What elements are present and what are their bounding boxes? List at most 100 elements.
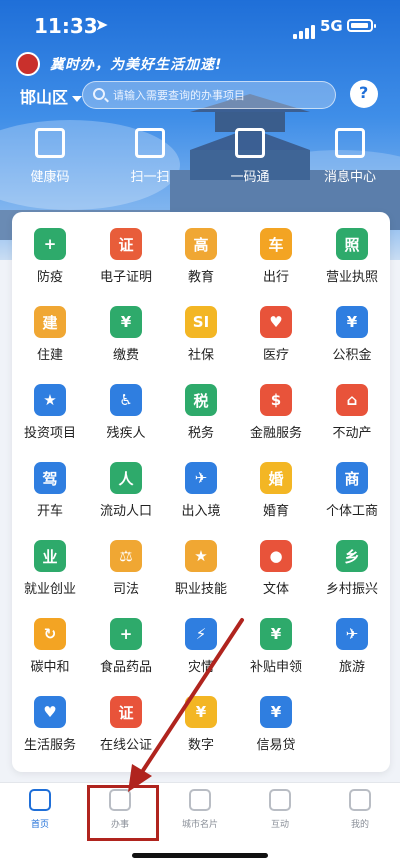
search-input[interactable]: 请输入需要查询的办事项目 (82, 81, 336, 109)
quick-action-3[interactable]: 消息中心 (310, 128, 390, 185)
quick-action-label: 健康码 (30, 170, 70, 185)
service-item[interactable]: 车出行 (238, 226, 314, 298)
gavel-icon: 证 (110, 696, 142, 728)
battery-icon (347, 19, 376, 32)
service-item[interactable]: 税税务 (163, 382, 239, 454)
service-item[interactable]: 婚婚育 (238, 460, 314, 532)
shop-icon: 商 (336, 462, 368, 494)
tab-label: 城市名片 (181, 820, 218, 830)
airplane-icon: ✈ (336, 618, 368, 650)
service-label: 个体工商 (325, 504, 378, 519)
quick-action-label: 扫一扫 (130, 170, 170, 185)
service-item[interactable]: ★ 职业技能 (163, 538, 239, 610)
service-item[interactable]: 证在线公证 (88, 694, 164, 766)
tab-label: 互动 (270, 820, 289, 830)
service-label: 金融服务 (249, 426, 302, 441)
education-icon: 高 (185, 228, 217, 260)
home-icon (29, 789, 51, 811)
service-label: 司法 (112, 582, 139, 597)
tab-label: 首页 (30, 820, 49, 830)
airplane-globe-icon: ✈ (185, 462, 217, 494)
service-item[interactable]: 建住建 (12, 304, 88, 376)
service-label: 生活服务 (23, 738, 76, 753)
service-item[interactable]: 业就业创业 (12, 538, 88, 610)
scan-icon (135, 128, 165, 158)
service-item[interactable]: + 食品药品 (88, 616, 164, 688)
certificate-icon: 证 (110, 228, 142, 260)
driver-icon: 驾 (34, 462, 66, 494)
app-slogan: 冀时办，为美好生活加速! (50, 57, 223, 73)
service-item[interactable]: ¥ 缴费 (88, 304, 164, 376)
service-item[interactable]: ⌂ 不动产 (314, 382, 390, 454)
tab-4[interactable]: 我的 (320, 789, 400, 830)
signal-strength-icon (293, 20, 317, 39)
service-label: 残疾人 (106, 426, 146, 441)
finance-icon: $ (260, 384, 292, 416)
quick-action-label: 一码通 (230, 170, 270, 185)
home-indicator (132, 853, 268, 858)
house-icon: ⌂ (336, 384, 368, 416)
service-label: 文体 (262, 582, 289, 597)
service-label: 在线公证 (99, 738, 152, 753)
caret-down-icon (72, 95, 83, 102)
region-selector[interactable]: 邯山区 (20, 84, 83, 108)
service-item[interactable]: ♿ 残疾人 (88, 382, 164, 454)
service-item[interactable]: ¥ 公积金 (314, 304, 390, 376)
status-bar: 11:33 ➤ 5G (0, 0, 400, 50)
service-item[interactable]: 驾开车 (12, 460, 88, 532)
service-label: 开车 (36, 504, 63, 519)
hands-heart-icon: ♥ (34, 696, 66, 728)
service-item[interactable]: ⚡ 灾情 (163, 616, 239, 688)
assistant-avatar-icon[interactable] (350, 80, 378, 108)
service-item[interactable]: ↻ 碳中和 (12, 616, 88, 688)
quick-action-1[interactable]: 扫一扫 (110, 128, 190, 185)
service-item[interactable]: SI 社保 (163, 304, 239, 376)
service-item[interactable]: 乡乡村振兴 (314, 538, 390, 610)
service-label: 婚育 (262, 504, 289, 519)
service-item[interactable]: 高教育 (163, 226, 239, 298)
service-item[interactable]: ♥ 生活服务 (12, 694, 88, 766)
service-label: 住建 (36, 348, 63, 363)
service-item[interactable]: ✈ 旅游 (314, 616, 390, 688)
service-item[interactable]: ✈ 出入境 (163, 460, 239, 532)
quick-action-2[interactable]: 一码通 (210, 128, 290, 185)
tab-2[interactable]: 城市名片 (160, 789, 240, 830)
search-row: 邯山区 请输入需要查询的办事项目 (0, 80, 400, 110)
service-label: 流动人口 (99, 504, 152, 519)
service-label: 社保 (187, 348, 214, 363)
recycle-icon: ↻ (34, 618, 66, 650)
service-item[interactable]: ¥ 数字 (163, 694, 239, 766)
tab-3[interactable]: 互动 (240, 789, 320, 830)
search-placeholder: 请输入需要查询的办事项目 (113, 89, 245, 102)
service-label: 信易贷 (256, 738, 296, 753)
quick-action-0[interactable]: 健康码 (10, 128, 90, 185)
service-label: 补贴申领 (249, 660, 302, 675)
barcode-icon (235, 128, 265, 158)
service-item[interactable]: ⚖ 司法 (88, 538, 164, 610)
service-label: 投资项目 (23, 426, 76, 441)
service-item[interactable]: 照营业执照 (314, 226, 390, 298)
bus-icon: 车 (260, 228, 292, 260)
service-item[interactable]: 人流动人口 (88, 460, 164, 532)
social-security-icon: SI (185, 306, 217, 338)
city-card-icon (189, 789, 211, 811)
license-icon: 照 (336, 228, 368, 260)
couple-icon: 婚 (260, 462, 292, 494)
service-item[interactable]: ¥ 信易贷 (238, 694, 314, 766)
tab-0[interactable]: 首页 (0, 789, 80, 830)
service-item[interactable]: 商个体工商 (314, 460, 390, 532)
shield-plus-icon: + (34, 228, 66, 260)
service-item[interactable]: ★ 投资项目 (12, 382, 88, 454)
service-item[interactable]: ♥ 医疗 (238, 304, 314, 376)
service-item[interactable]: ● 文体 (238, 538, 314, 610)
service-item[interactable]: 证电子证明 (88, 226, 164, 298)
service-item[interactable]: ¥ 补贴申领 (238, 616, 314, 688)
tax-icon: 税 (185, 384, 217, 416)
service-label: 职业技能 (174, 582, 227, 597)
disaster-icon: ⚡ (185, 618, 217, 650)
service-item[interactable]: $ 金融服务 (238, 382, 314, 454)
quick-action-label: 消息中心 (323, 170, 376, 185)
heart-icon (269, 789, 291, 811)
migrant-icon: 人 (110, 462, 142, 494)
service-item[interactable]: + 防疫 (12, 226, 88, 298)
